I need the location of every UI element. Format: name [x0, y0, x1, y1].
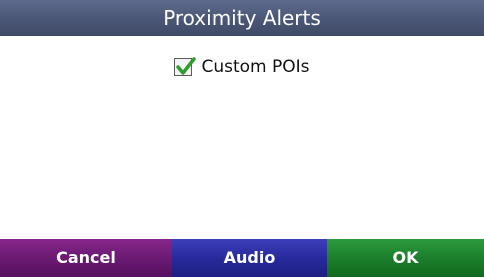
title-bar: Proximity Alerts [0, 0, 484, 36]
custom-pois-label: Custom POIs [201, 57, 310, 77]
options-panel: Custom POIs [0, 36, 484, 239]
button-bar: Cancel Audio OK [0, 239, 484, 277]
cancel-button[interactable]: Cancel [0, 239, 172, 277]
page-title: Proximity Alerts [163, 6, 321, 30]
ok-button[interactable]: OK [327, 239, 484, 277]
custom-pois-option[interactable]: Custom POIs [0, 57, 484, 77]
checkbox-checked-icon[interactable] [174, 57, 197, 76]
proximity-alerts-screen: Proximity Alerts Custom POIs Cancel Audi… [0, 0, 484, 277]
audio-button[interactable]: Audio [172, 239, 327, 277]
